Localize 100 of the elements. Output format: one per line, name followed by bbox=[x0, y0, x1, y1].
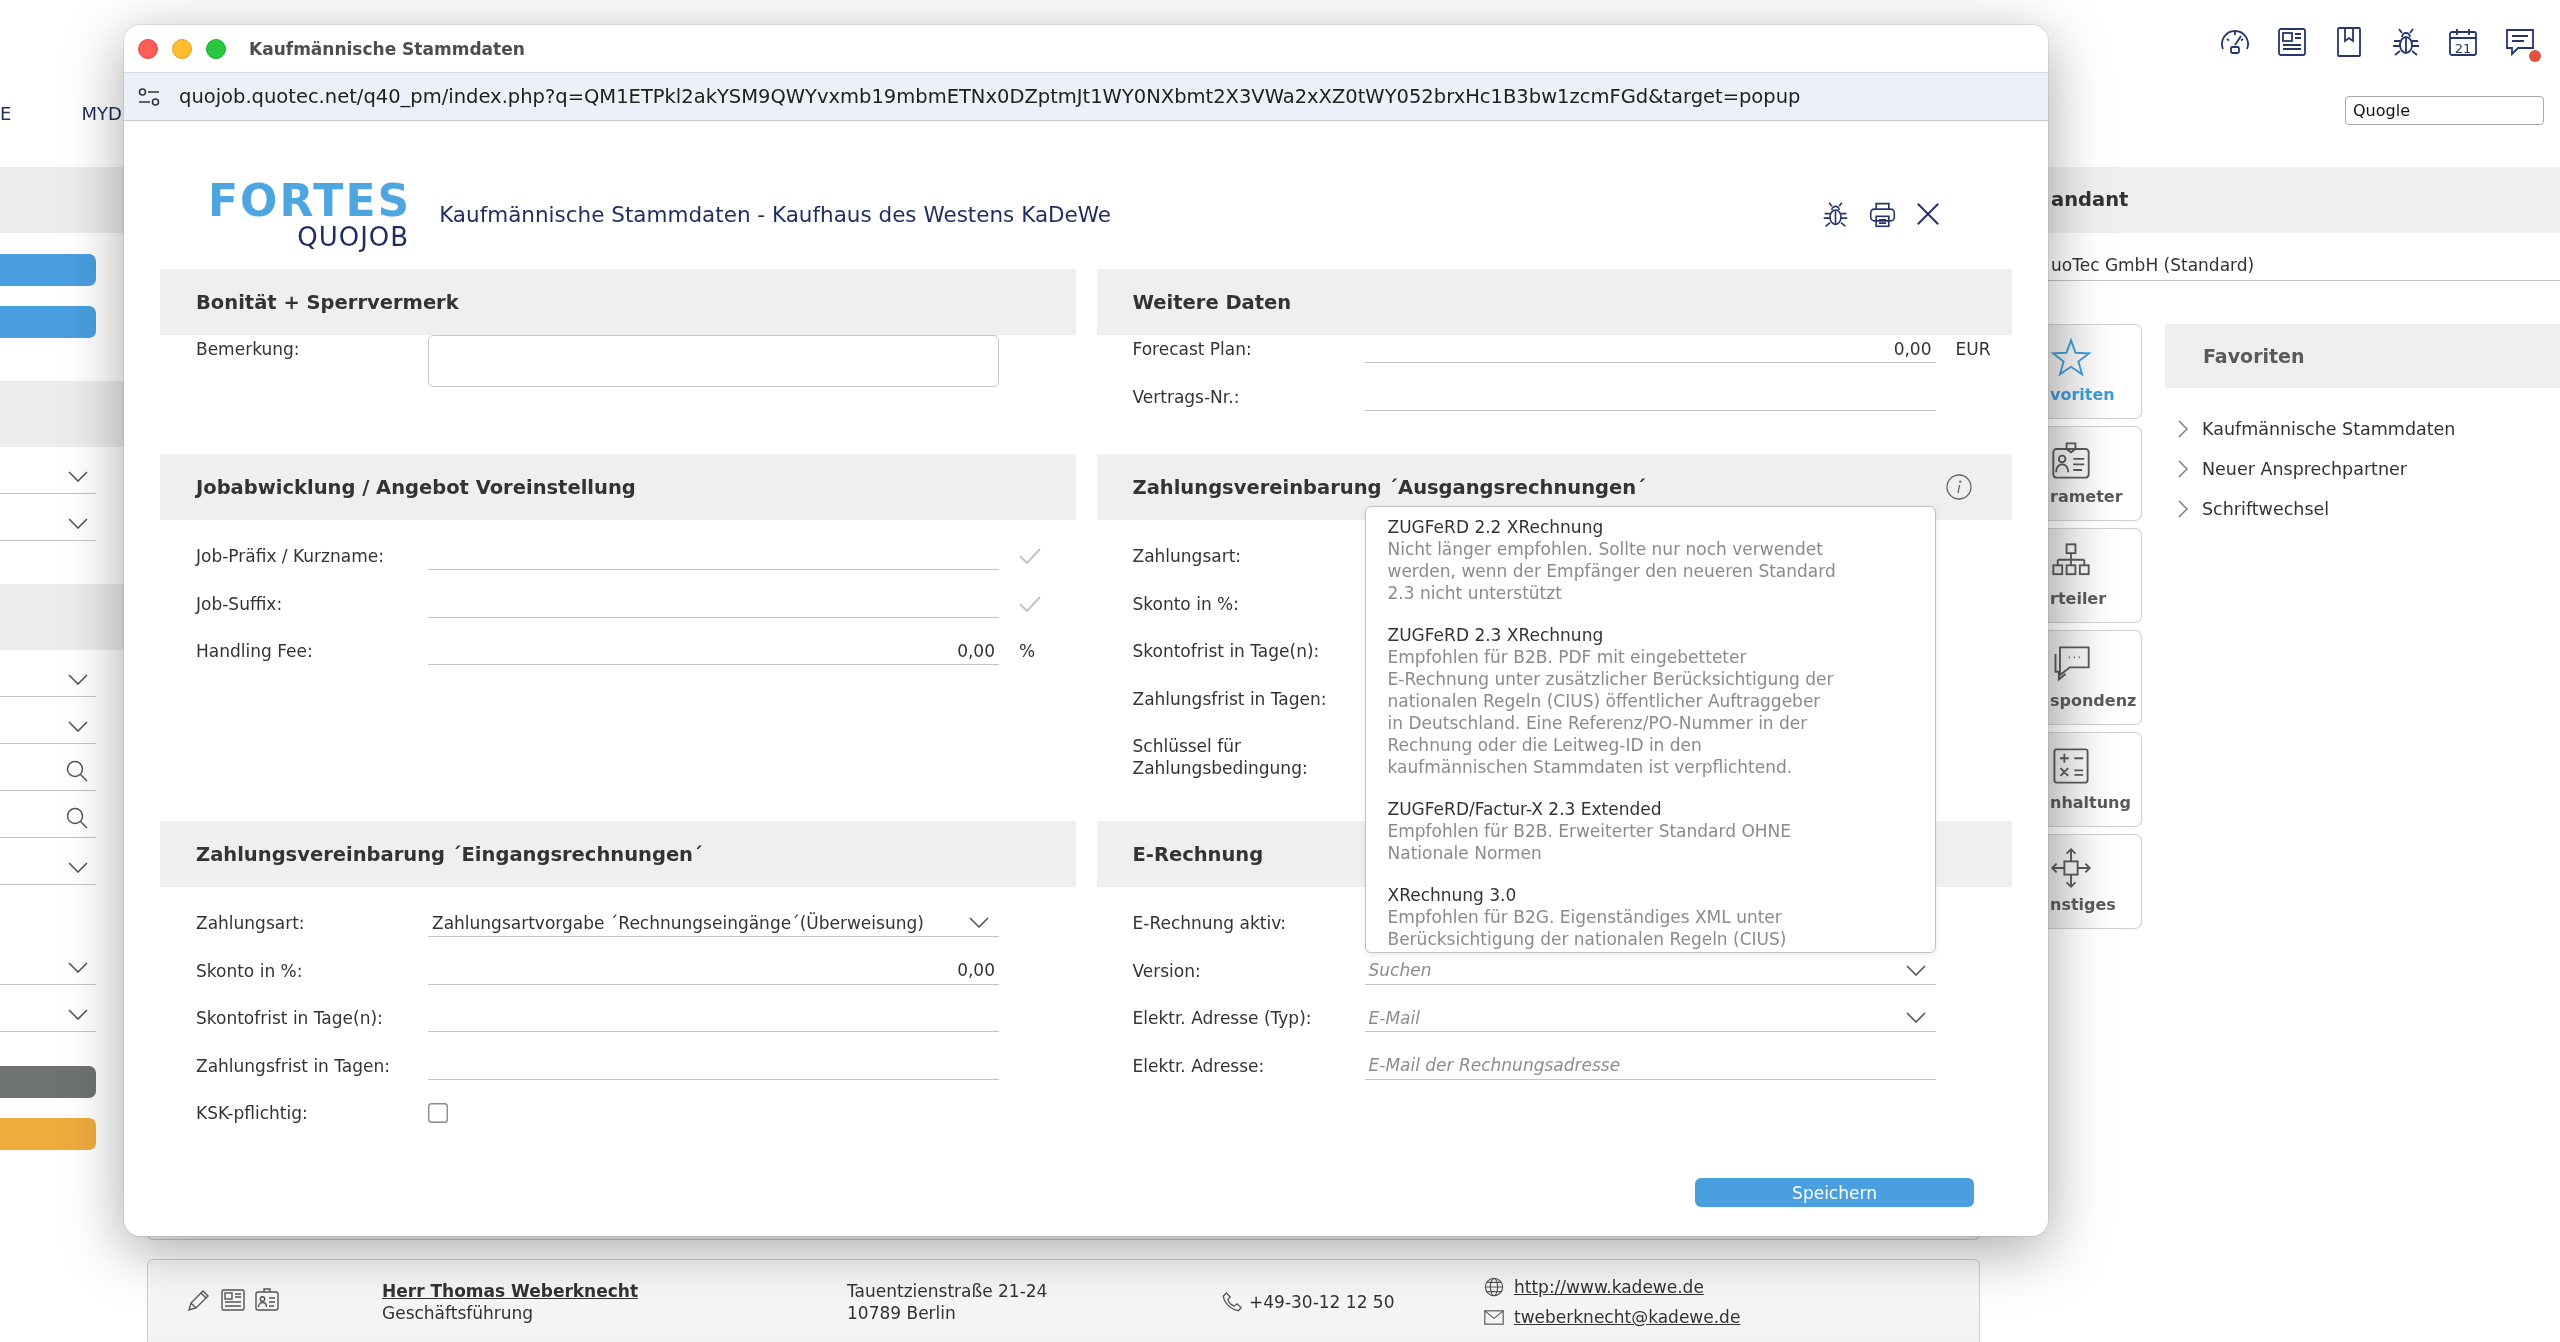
chevron-down-icon bbox=[969, 917, 989, 928]
close-icon[interactable] bbox=[1915, 201, 1941, 227]
sidebar-tab[interactable]: nstiges bbox=[2048, 834, 2142, 929]
field-label: Elektr. Adresse: bbox=[1132, 1054, 1266, 1078]
option-description: Empfohlen für B2G. Eigenständiges XML unter Berücksichtigung der nationalen Regeln (CIUS) bbox=[1387, 905, 1787, 950]
input-field[interactable]: 0,00 bbox=[428, 956, 999, 985]
sidebar-tab[interactable]: nhaltung bbox=[2048, 732, 2142, 827]
website-link[interactable]: http://www.kadewe.de bbox=[1514, 1276, 1704, 1298]
field-label: KSK-pflichtig: bbox=[196, 1102, 309, 1125]
select-field[interactable]: uoTec GmbH (Standard) bbox=[2048, 251, 2560, 281]
unit-label: % bbox=[1019, 641, 1036, 661]
window-close-icon[interactable] bbox=[138, 38, 158, 59]
chevron-down-icon bbox=[68, 674, 88, 685]
section-title: Jobabwicklung / Angebot Voreinstellung bbox=[196, 475, 636, 499]
sidebar-tab[interactable]: rameter bbox=[2048, 426, 2142, 521]
dropdown-option[interactable]: XRechnung 3.0 Empfohlen für B2G. Eigenständiges XML unter Berücksichtigung der nationalen Regeln (CIUS) bbox=[1387, 883, 1935, 950]
city-address: 10789 Berlin bbox=[847, 1302, 956, 1324]
action-button[interactable] bbox=[0, 254, 96, 286]
dropdown-option[interactable]: ZUGFeRD/Factur-X 2.3 Extended Empfohlen für B2B. Erweiterter Standard OHNE Nationale Normen bbox=[1387, 797, 1935, 864]
option-description: Empfohlen für B2B. Erweiterter Standard OHNE Nationale Normen bbox=[1387, 819, 1792, 864]
info-icon[interactable] bbox=[1946, 474, 1972, 500]
option-description: Empfohlen für B2B. PDF mit eingebetteter E-Rechnung unter zusätzlicher Berücksichtigung der nationalen Regeln (CIUS) öffentlicher Auftraggeber in Deutschland. Eine Referenz/PO-Nummer in der Rechnung oder die Leitweg-ID in den kaufmännischen Stammdaten ist verpflichtend. bbox=[1387, 645, 1834, 778]
field-label: E-Rechnung aktiv: bbox=[1132, 912, 1288, 935]
calendar-date: 21 bbox=[2454, 40, 2472, 56]
input-field[interactable]: 0,00 bbox=[428, 637, 999, 665]
field-label: Zahlungsfrist in Tagen: bbox=[196, 1054, 392, 1078]
favorite-link[interactable]: Neuer Ansprechpartner bbox=[2165, 449, 2407, 489]
search-icon bbox=[66, 807, 88, 829]
panel-header: andant bbox=[2048, 167, 2560, 233]
chevron-right-icon bbox=[2178, 500, 2188, 518]
window-title: Kaufmännische Stammdaten bbox=[249, 38, 525, 59]
input-field[interactable]: 0,00 bbox=[1364, 335, 1936, 363]
phone-icon bbox=[1221, 1291, 1243, 1313]
field-label: Skonto in %: bbox=[1132, 592, 1240, 616]
sidebar-tab[interactable]: rteiler bbox=[2048, 528, 2142, 623]
bug-icon[interactable] bbox=[1821, 199, 1850, 229]
phone-number: +49-30-12 12 50 bbox=[1249, 1291, 1395, 1313]
textarea-field[interactable] bbox=[428, 335, 999, 387]
option-title: ZUGFeRD/Factur-X 2.3 Extended bbox=[1387, 797, 1662, 820]
chevron-right-icon bbox=[2178, 460, 2188, 478]
checkbox[interactable] bbox=[428, 1103, 448, 1123]
email-link[interactable]: tweberknecht@kadewe.de bbox=[1514, 1306, 1741, 1328]
option-title: XRechnung 3.0 bbox=[1387, 883, 1517, 906]
newspaper-icon[interactable] bbox=[2276, 26, 2308, 58]
sidebar-tab[interactable]: spondenz bbox=[2048, 630, 2142, 725]
logo-wordmark: FORTES bbox=[208, 178, 412, 223]
field-label: Handling Fee: bbox=[196, 640, 314, 663]
option-title: ZUGFeRD 2.2 XRechnung bbox=[1387, 515, 1604, 538]
section-title: E-Rechnung bbox=[1132, 842, 1264, 866]
logo-subtitle: QUOJOB bbox=[297, 223, 410, 250]
message-icon[interactable] bbox=[2504, 26, 2536, 58]
action-button[interactable] bbox=[0, 1066, 96, 1098]
sliders-icon[interactable] bbox=[137, 86, 161, 107]
section-title: Zahlungsvereinbarung ´Ausgangsrechnungen´ bbox=[1132, 475, 1646, 499]
calculator-icon bbox=[2050, 745, 2092, 787]
chevron-down-icon bbox=[68, 471, 88, 482]
field-label: Skontofrist in Tage(n): bbox=[196, 1007, 384, 1030]
star-icon bbox=[2050, 337, 2092, 379]
window-heading: Kaufmännische Stammdaten - Kaufhaus des Westens KaDeWe bbox=[439, 201, 1112, 227]
move-arrows-icon bbox=[2050, 847, 2092, 889]
section-title: Weitere Daten bbox=[1132, 290, 1292, 314]
url-text[interactable]: quojob.quotec.net/q40_pm/index.php?q=QM1ETPkl2akYSM9QWYvxmb19mbmETNx0DZptmJt1WY0NXbmt2X3VWa2xXZ0tWY052brxHc1B3bw1zcmFGd&target=popup bbox=[179, 85, 1801, 108]
field-label: Job-Präfix / Kurzname: bbox=[196, 545, 385, 568]
contact-name-link[interactable]: Herr Thomas Weberknecht bbox=[382, 1280, 639, 1302]
nav-item[interactable]: E bbox=[0, 103, 12, 125]
chevron-down-icon bbox=[68, 862, 88, 873]
favorite-link[interactable]: Schriftwechsel bbox=[2165, 489, 2330, 529]
chevron-down-icon bbox=[68, 1009, 88, 1020]
field-label: Zahlungsart: bbox=[1132, 545, 1243, 568]
window-minimize-icon[interactable] bbox=[172, 38, 192, 59]
search-field[interactable]: Quogle bbox=[2345, 96, 2544, 125]
chevron-right-icon bbox=[2178, 420, 2188, 438]
field-label: Elektr. Adresse (Typ): bbox=[1132, 1007, 1313, 1030]
dropdown-option[interactable]: ZUGFeRD 2.2 XRechnung Nicht länger empfohlen. Sollte nur noch verwendet werden, wenn der Empfänger den neueren Standard 2.3 nicht unterstützt bbox=[1387, 515, 1935, 604]
chevron-down-icon bbox=[68, 962, 88, 973]
nav-item[interactable]: MYD bbox=[81, 103, 122, 125]
section-title: Zahlungsvereinbarung ´Eingangsrechnungen´ bbox=[196, 842, 703, 866]
action-button[interactable] bbox=[0, 1118, 96, 1150]
action-button[interactable] bbox=[0, 306, 96, 338]
chevron-down-icon bbox=[68, 721, 88, 732]
field-label: Skonto in %: bbox=[196, 959, 304, 983]
chevron-down-icon bbox=[1905, 1012, 1926, 1023]
envelope-icon bbox=[1484, 1309, 1504, 1325]
unit-label: EUR bbox=[1955, 339, 1991, 359]
field-label: Vertrags-Nr.: bbox=[1132, 385, 1241, 409]
field-label: Forecast Plan: bbox=[1132, 338, 1253, 361]
favorite-link[interactable]: Kaufmännische Stammdaten bbox=[2165, 409, 2456, 449]
field-label: Zahlungsfrist in Tagen: bbox=[1132, 687, 1328, 711]
window-maximize-icon[interactable] bbox=[206, 38, 226, 59]
id-badge-icon[interactable] bbox=[254, 1287, 280, 1313]
field-label: Schlüssel für Zahlungsbedingung: bbox=[1132, 735, 1309, 780]
select-field[interactable]: Zahlungsartvorgabe ´Rechnungseingänge´(Überweisung) bbox=[428, 909, 999, 937]
contact-role: Geschäftsführung bbox=[382, 1302, 534, 1324]
option-description: Nicht länger empfohlen. Sollte nur noch verwendet werden, wenn der Empfänger den neueren Standard 2.3 nicht unterstützt bbox=[1387, 537, 1836, 604]
bug-icon[interactable] bbox=[2390, 26, 2422, 58]
field-label: Version: bbox=[1132, 959, 1202, 983]
field-label: Skontofrist in Tage(n): bbox=[1132, 640, 1321, 663]
option-title: ZUGFeRD 2.3 XRechnung bbox=[1387, 623, 1604, 646]
chevron-down-icon bbox=[1905, 964, 1926, 976]
search-icon bbox=[66, 760, 88, 782]
